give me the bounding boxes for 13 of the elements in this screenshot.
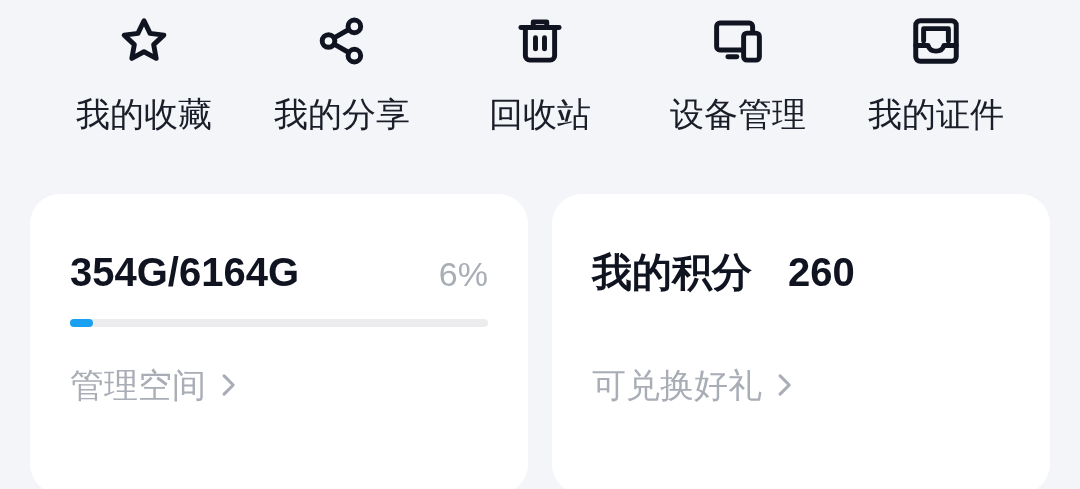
chevron-icon (776, 372, 792, 398)
shortcut-label[interactable]: 回收站 (489, 94, 591, 134)
points-value: 260 (788, 249, 855, 296)
shortcut-label[interactable]: 我的证件 (868, 94, 1004, 134)
shortcut-label[interactable]: 我的分享 (274, 94, 410, 134)
storage-percent: 6% (438, 255, 488, 294)
storage-card[interactable]: 354G/6164G 6% 管理空间 (30, 194, 528, 489)
points-label: 我的积分 (592, 249, 752, 296)
storage-usage: 354G/6164G (70, 249, 300, 296)
shortcut-label[interactable]: 设备管理 (670, 94, 806, 134)
chevron-icon (220, 372, 236, 398)
shortcut-label[interactable]: 我的收藏 (76, 94, 212, 134)
points-card[interactable]: 我的积分 260 可兑换好礼 (552, 194, 1050, 489)
